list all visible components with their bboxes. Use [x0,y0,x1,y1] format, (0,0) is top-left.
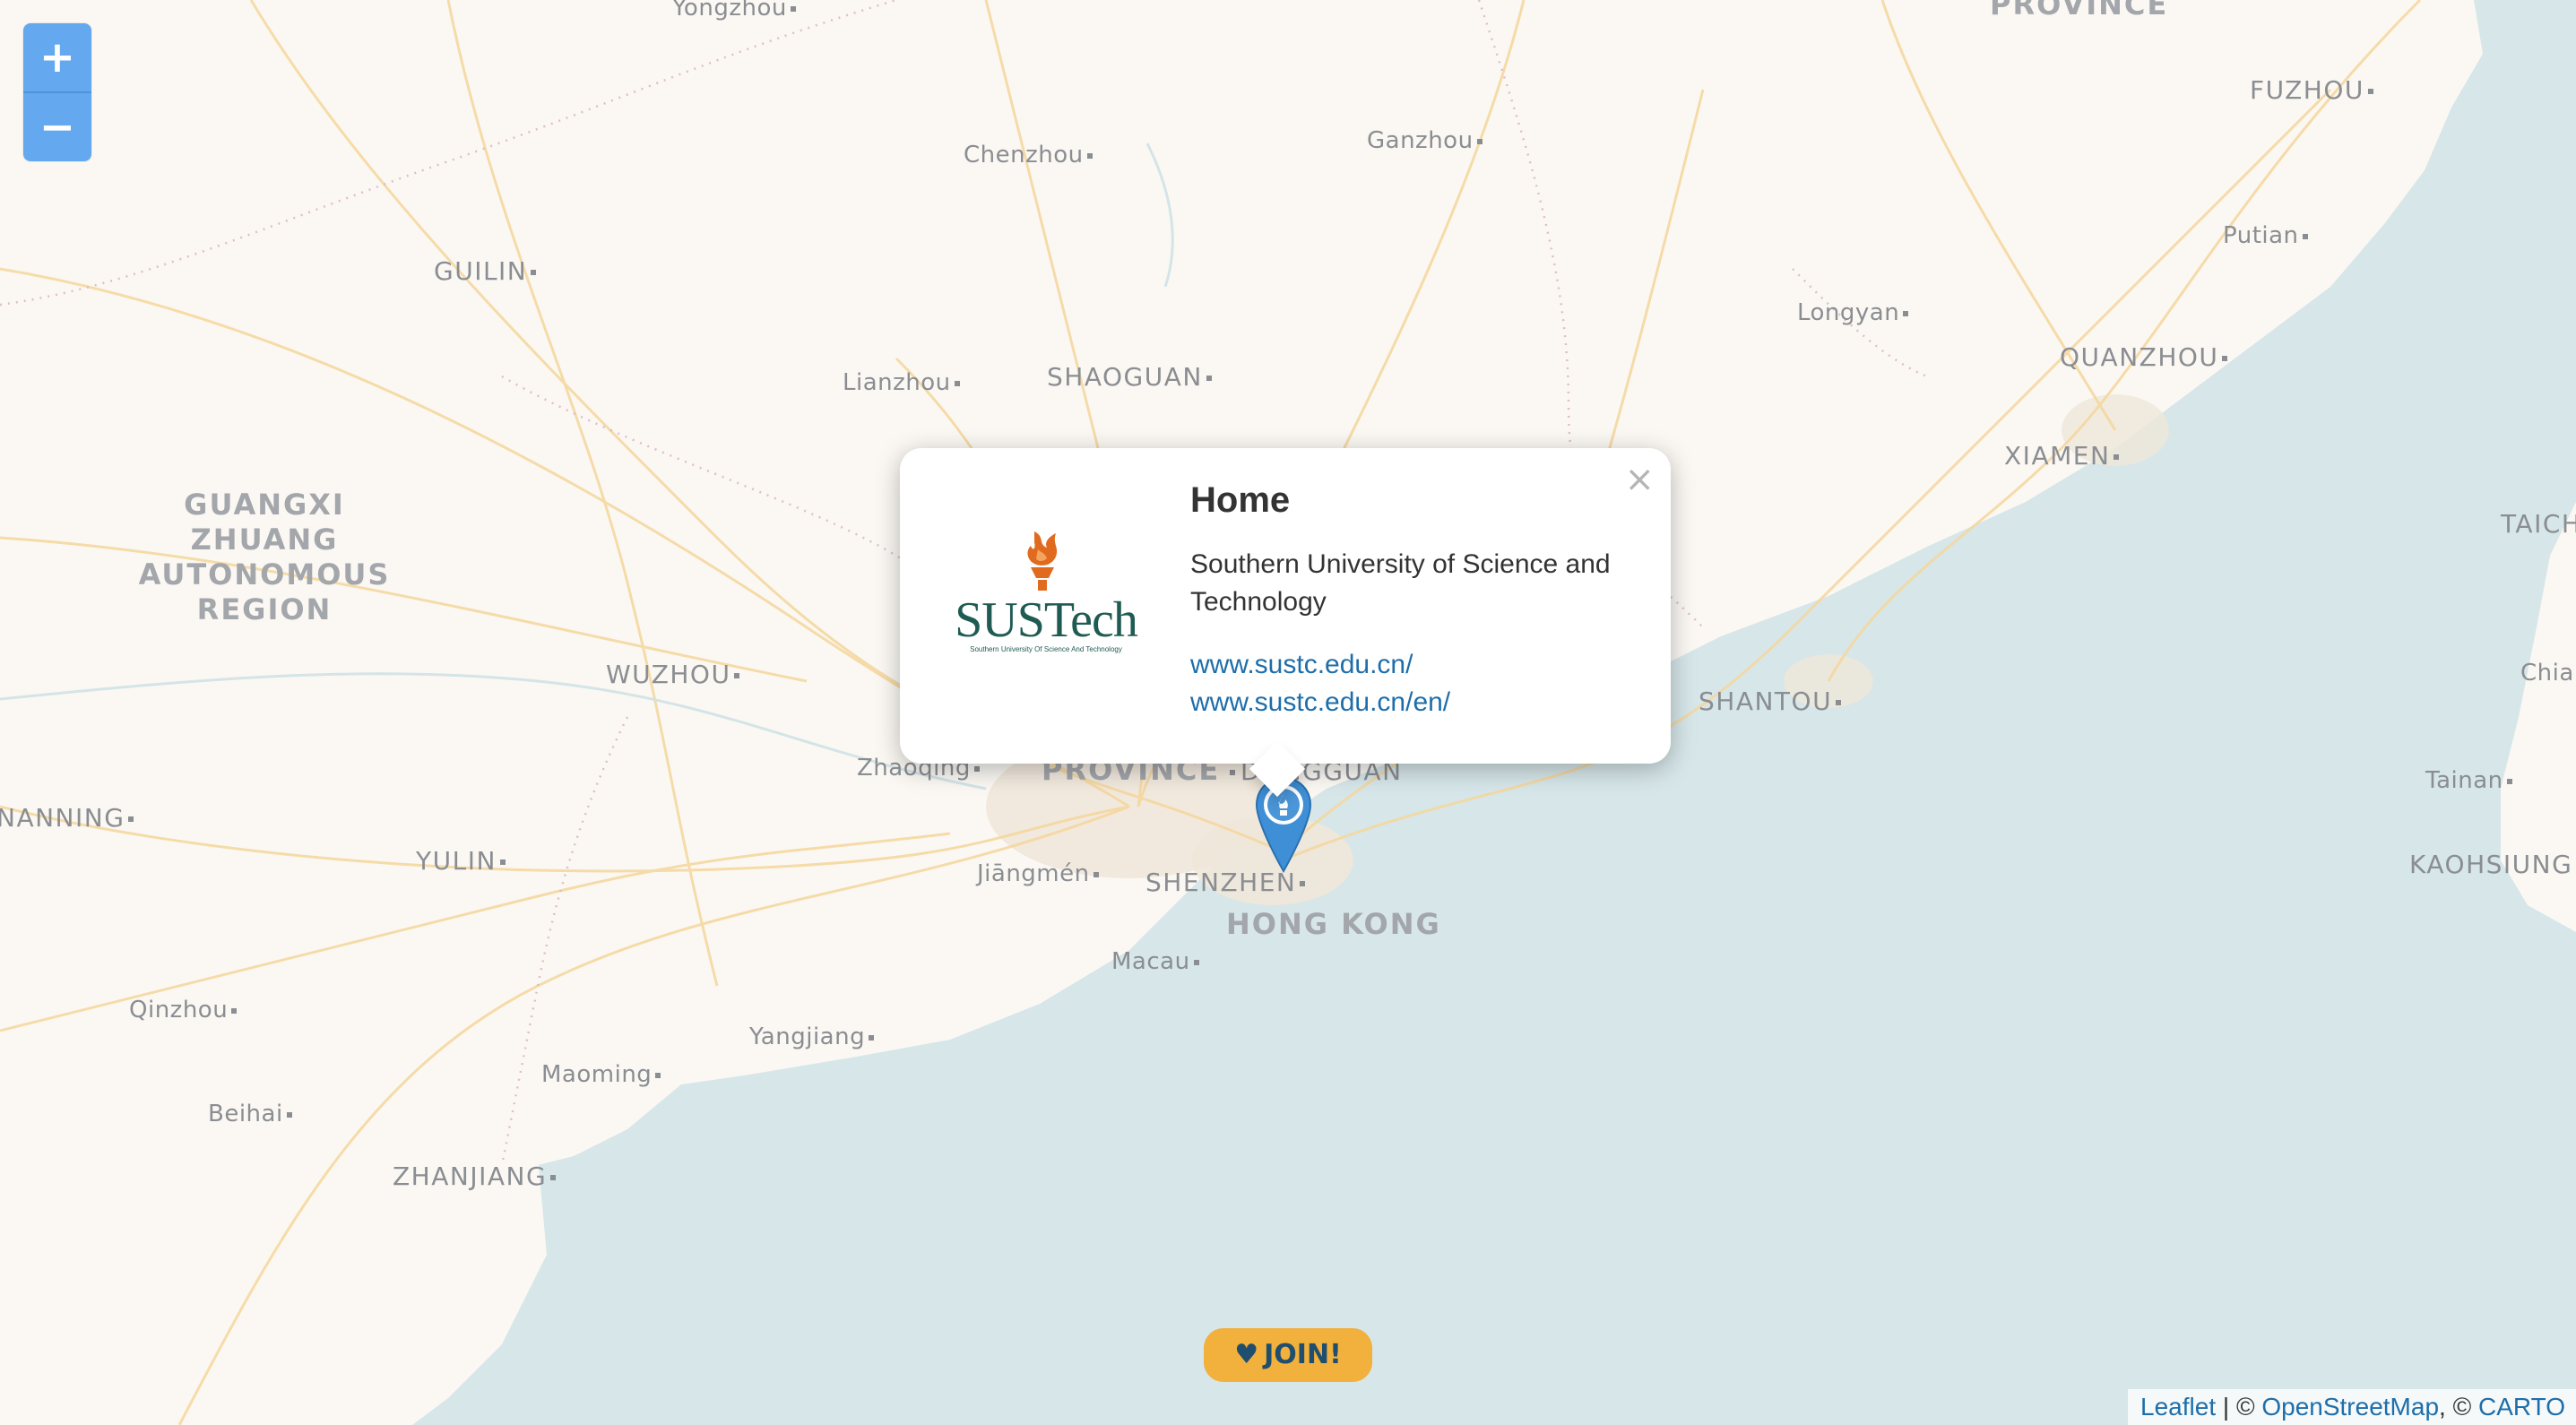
zoom-out-button[interactable]: − [23,91,91,161]
join-button[interactable]: ♥ JOIN! [1204,1328,1372,1382]
place-label: QUANZHOU [2060,342,2228,372]
place-label: NANNING [0,803,134,833]
zoom-control: + − [23,23,91,161]
place-label: TAICH [2501,509,2576,539]
place-label: YULIN [416,846,506,876]
svg-text:SUSTech: SUSTech [955,592,1138,648]
popup-title: Home [1190,480,1291,520]
attribution-separator: , © [2439,1393,2478,1421]
attribution: Leaflet | © OpenStreetMap, © CARTO [2128,1389,2576,1425]
join-label: JOIN! [1264,1339,1342,1370]
place-label: Lianzhou [843,369,960,396]
place-label: FUZHOU [2250,75,2373,105]
place-label: XIAMEN [2004,441,2120,471]
place-label: Chenzhou [964,142,1093,168]
carto-link[interactable]: CARTO [2478,1393,2565,1421]
sustech-logo: SUSTech Southern University Of Science A… [955,531,1139,653]
place-label: Tainan [2425,767,2512,794]
place-label: Longyan [1797,299,1909,326]
place-label: SHANTOU [1699,687,1842,716]
place-label: Yangjiang [749,1023,875,1050]
place-label: Jiāngmén [977,860,1099,887]
place-label: KAOHSIUNG [2409,850,2573,879]
heart-icon: ♥ [1234,1339,1259,1370]
zoom-in-button[interactable]: + [23,23,91,91]
map-popup: × SUSTech Southern University Of Science… [900,448,1671,764]
place-label: Beihai [208,1101,292,1127]
place-label: Putian [2223,222,2308,249]
popup-content: Home Southern University of Science and … [1190,480,1638,721]
website-en-link[interactable]: www.sustc.edu.cn/en/ [1190,684,1638,721]
place-label: GUILIN [434,256,537,286]
svg-text:Southern University Of Science: Southern University Of Science And Techn… [970,645,1122,653]
leaflet-link[interactable]: Leaflet [2140,1393,2216,1421]
place-label: PROVINCE [1990,0,2169,22]
place-label: Chia [2520,660,2574,687]
region-label: GUANGXI ZHUANG AUTONOMOUS REGION [138,488,391,626]
place-label: ZHANJIANG [393,1162,557,1191]
place-label: WUZHOU [606,660,740,689]
place-label: Qinzhou [129,997,238,1023]
website-link[interactable]: www.sustc.edu.cn/ [1190,646,1638,684]
place-label: Ganzhou [1367,127,1482,154]
place-label: Yongzhou [672,0,796,22]
place-label: Maoming [541,1061,661,1088]
attribution-separator: | © [2216,1393,2262,1421]
popup-description: Southern University of Science and Techn… [1190,549,1611,617]
openstreetmap-link[interactable]: OpenStreetMap [2261,1393,2439,1421]
place-label: SHAOGUAN [1047,362,1212,392]
place-label: HONG KONG [1226,907,1441,941]
place-label: Macau [1111,948,1199,975]
